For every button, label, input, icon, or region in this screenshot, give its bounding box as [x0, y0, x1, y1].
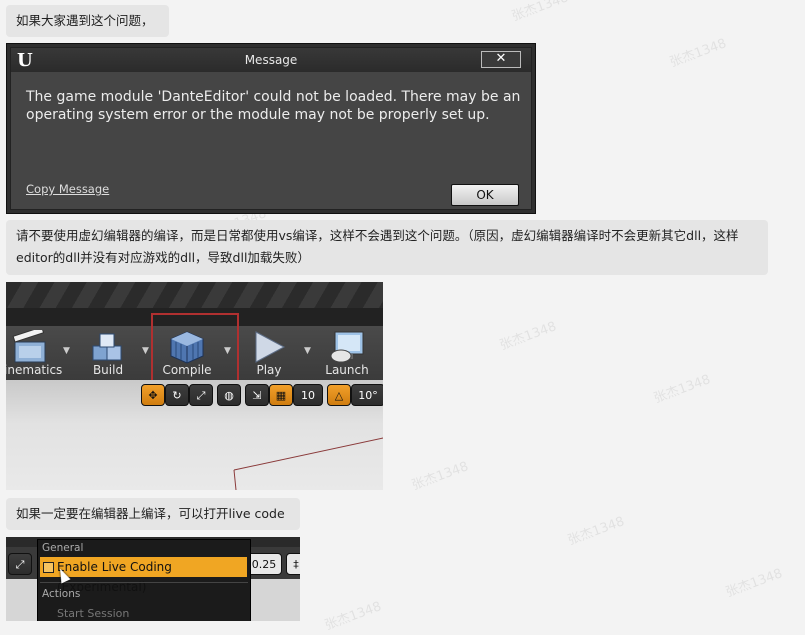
ok-button[interactable]: OK — [451, 184, 519, 206]
menu-section-actions: Actions — [42, 588, 81, 600]
watermark: 张杰1348 — [509, 0, 571, 25]
watermark: 张杰1348 — [565, 514, 627, 549]
snap-value[interactable]: 0.25 — [246, 553, 282, 575]
scale-tool-icon[interactable]: ⤢ — [8, 553, 32, 575]
dialog-body: U Message ✕ The game module 'DanteEditor… — [10, 47, 532, 210]
viewport-scene-lines — [233, 437, 383, 490]
dialog-titlebar: U Message ✕ — [11, 48, 531, 72]
enable-live-coding-item[interactable]: Enable Live Coding (Experimental) — [40, 557, 247, 594]
launch-icon — [330, 331, 364, 363]
viewport: ✥ ↻ ⤢ ◍ ⇲ ▦ 10 △ 10° — [6, 380, 383, 490]
cinematics-label: Cinematics — [6, 363, 63, 377]
message-bubble-1: 如果大家遇到这个问题， — [6, 5, 169, 37]
close-button[interactable]: ✕ — [481, 51, 521, 68]
editor-toolbar-screenshot: Cinematics ▼ Build ▼ Compile — [6, 282, 383, 490]
more-tools-icon[interactable]: ‡ — [286, 553, 300, 575]
watermark: 张杰1348 — [723, 566, 785, 601]
dialog-message: The game module 'DanteEditor' could not … — [26, 89, 521, 123]
message-text: 如果一定要在编辑器上编译，可以打开live code — [16, 506, 285, 521]
copy-message-link[interactable]: Copy Message — [26, 182, 109, 196]
enable-live-coding-label: Enable Live Coding (Experimental) — [57, 560, 172, 594]
menu-divider — [40, 582, 248, 583]
play-button[interactable]: Play — [242, 326, 296, 380]
launch-button[interactable]: Launch — [318, 326, 376, 380]
error-dialog: U Message ✕ The game module 'DanteEditor… — [6, 43, 536, 214]
build-label: Build — [92, 363, 124, 377]
watermark: 张杰1348 — [322, 599, 384, 634]
watermark: 张杰1348 — [497, 319, 559, 354]
chevron-down-icon[interactable]: ▼ — [142, 346, 149, 356]
dialog-title: Message — [244, 53, 298, 67]
watermark: 张杰1348 — [651, 372, 713, 407]
play-label: Play — [256, 363, 282, 377]
message-text: 如果大家遇到这个问题， — [16, 13, 154, 28]
start-session-item[interactable]: Start Session — [57, 607, 129, 620]
watermark: 张杰1348 — [667, 36, 729, 71]
menu-section-general: General — [42, 542, 84, 554]
message-text: 请不要使用虚幻编辑器的编译，而是日常都使用vs编译，这样不会遇到这个问题。（原因… — [16, 228, 739, 265]
clapperboard-icon — [12, 330, 46, 363]
build-button[interactable]: Build — [78, 326, 138, 380]
message-bubble-3: 如果一定要在编辑器上编译，可以打开live code — [6, 498, 300, 530]
compile-options-menu: General Enable Live Coding (Experimental… — [37, 539, 251, 621]
play-icon — [255, 331, 286, 363]
launch-label: Launch — [325, 363, 369, 377]
watermark: 张杰1348 — [409, 459, 471, 494]
checkbox-icon[interactable] — [43, 562, 54, 573]
cinematics-button[interactable]: Cinematics — [6, 326, 64, 380]
live-coding-menu-screenshot: ⤢ 0.25 ‡ General Enable Live Coding (Exp… — [6, 537, 300, 621]
chevron-down-icon[interactable]: ▼ — [304, 346, 311, 356]
build-blocks-icon — [92, 333, 122, 361]
toolbar-tab-strip — [6, 282, 383, 308]
chevron-down-icon[interactable]: ▼ — [63, 346, 70, 356]
message-bubble-2: 请不要使用虚幻编辑器的编译，而是日常都使用vs编译，这样不会遇到这个问题。（原因… — [6, 220, 768, 275]
